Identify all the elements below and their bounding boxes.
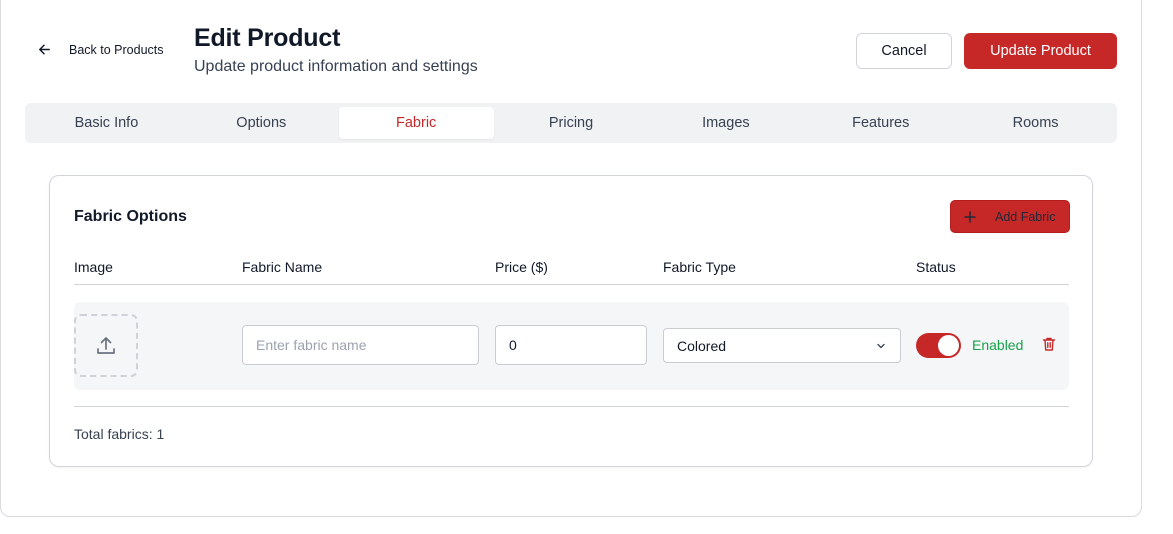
chevron-down-icon (877, 343, 885, 348)
plus-icon (964, 210, 976, 223)
status-toggle[interactable] (916, 333, 961, 358)
column-header-fabric-name: Fabric Name (242, 259, 323, 275)
tab-options[interactable]: Options (184, 107, 339, 139)
fabric-options-card: Fabric Options Add Fabric Image Fabric N… (49, 175, 1093, 467)
update-product-button[interactable]: Update Product (964, 33, 1117, 69)
fabric-type-select[interactable]: Colored (663, 328, 901, 363)
upload-icon (97, 336, 115, 354)
fabric-options-title: Fabric Options (74, 208, 187, 225)
product-tabs: Basic Info Options Fabric Pricing Images… (25, 103, 1117, 143)
tab-rooms[interactable]: Rooms (958, 107, 1113, 139)
page-title: Edit Product (194, 24, 341, 52)
header-divider (74, 284, 1069, 285)
column-header-image: Image (74, 259, 113, 275)
back-link-label: Back to Products (69, 42, 164, 57)
column-header-fabric-type: Fabric Type (663, 259, 736, 275)
tab-fabric[interactable]: Fabric (338, 107, 494, 139)
column-header-status: Status (916, 259, 956, 275)
add-fabric-label: Add Fabric (995, 209, 1056, 224)
cancel-button[interactable]: Cancel (856, 33, 952, 69)
fabric-name-input[interactable] (242, 325, 479, 365)
tab-pricing[interactable]: Pricing (494, 107, 649, 139)
trash-icon[interactable] (1041, 336, 1057, 352)
fabric-price-input[interactable] (495, 325, 647, 365)
arrow-left-icon (39, 44, 50, 55)
tab-features[interactable]: Features (803, 107, 958, 139)
add-fabric-button[interactable]: Add Fabric (950, 200, 1070, 233)
back-to-products-link[interactable]: Back to Products (37, 42, 164, 57)
tab-images[interactable]: Images (648, 107, 803, 139)
image-upload-dropzone[interactable] (74, 314, 138, 377)
status-toggle-knob (938, 335, 959, 356)
total-fabrics-count: Total fabrics: 1 (74, 426, 165, 442)
fabric-type-value: Colored (677, 337, 727, 354)
tab-basic-info[interactable]: Basic Info (29, 107, 184, 139)
footer-divider (74, 406, 1069, 407)
status-label: Enabled (972, 337, 1024, 353)
column-header-price: Price ($) (495, 259, 548, 275)
page-subtitle: Update product information and settings (194, 58, 478, 75)
